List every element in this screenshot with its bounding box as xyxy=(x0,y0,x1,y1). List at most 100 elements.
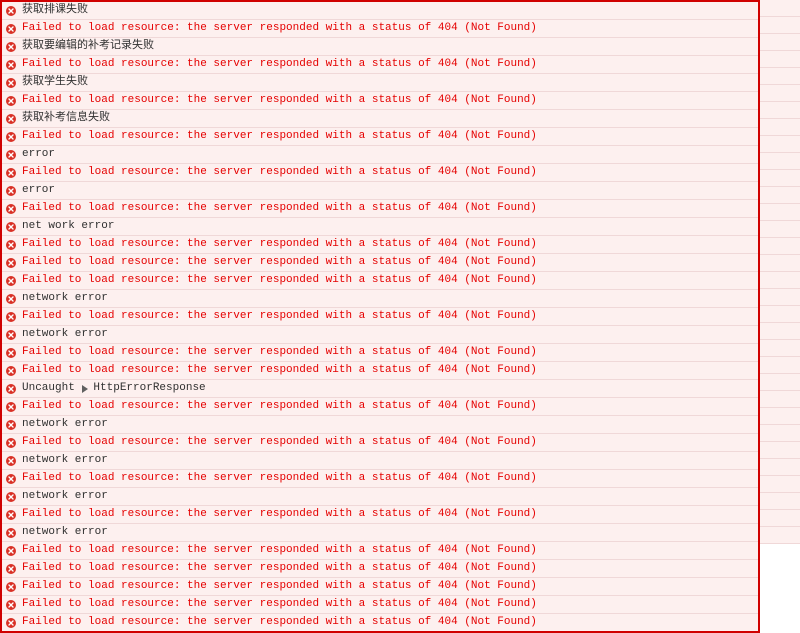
console-message: 获取要编辑的补考记录失败 xyxy=(22,39,154,54)
gutter-stripe xyxy=(760,68,800,85)
console-row[interactable]: 获取学生失败 xyxy=(2,74,758,92)
error-icon xyxy=(6,294,16,304)
gutter-stripe xyxy=(760,238,800,255)
console-message: Failed to load resource: the server resp… xyxy=(22,21,537,36)
console-message: error xyxy=(22,183,55,198)
gutter-stripe xyxy=(760,136,800,153)
gutter-stripe xyxy=(760,102,800,119)
error-icon xyxy=(6,114,16,124)
console-row[interactable]: Failed to load resource: the server resp… xyxy=(2,200,758,218)
gutter-stripe xyxy=(760,153,800,170)
console-row[interactable]: Failed to load resource: the server resp… xyxy=(2,434,758,452)
console-panel: 获取排课失败 Failed to load resource: the serve… xyxy=(0,0,760,633)
console-row[interactable]: network error xyxy=(2,488,758,506)
console-row[interactable]: Failed to load resource: the server resp… xyxy=(2,470,758,488)
error-icon xyxy=(6,456,16,466)
console-row[interactable]: Failed to load resource: the server resp… xyxy=(2,362,758,380)
console-message: Failed to load resource: the server resp… xyxy=(22,507,537,522)
error-icon xyxy=(6,546,16,556)
console-message: Failed to load resource: the server resp… xyxy=(22,237,537,252)
gutter-stripe xyxy=(760,425,800,442)
gutter-stripe xyxy=(760,119,800,136)
console-row[interactable]: 获取排课失败 xyxy=(2,2,758,20)
gutter-stripe xyxy=(760,476,800,493)
error-icon xyxy=(6,132,16,142)
error-icon xyxy=(6,60,16,70)
console-row[interactable]: network error xyxy=(2,524,758,542)
console-message: Failed to load resource: the server resp… xyxy=(22,471,537,486)
console-row[interactable]: Failed to load resource: the server resp… xyxy=(2,578,758,596)
gutter-stripe xyxy=(760,323,800,340)
gutter-stripe xyxy=(760,187,800,204)
console-row[interactable]: Failed to load resource: the server resp… xyxy=(2,128,758,146)
console-message: network error xyxy=(22,417,108,432)
console-row[interactable]: Failed to load resource: the server resp… xyxy=(2,344,758,362)
console-message: Failed to load resource: the server resp… xyxy=(22,561,537,576)
console-row[interactable]: network error xyxy=(2,326,758,344)
console-row[interactable]: error xyxy=(2,182,758,200)
gutter-stripe xyxy=(760,170,800,187)
console-message: 获取学生失败 xyxy=(22,75,88,90)
console-row[interactable]: error xyxy=(2,146,758,164)
error-icon xyxy=(6,24,16,34)
console-row[interactable]: Failed to load resource: the server resp… xyxy=(2,272,758,290)
console-message: 获取补考信息失败 xyxy=(22,111,110,126)
console-row[interactable]: Failed to load resource: the server resp… xyxy=(2,56,758,74)
error-icon xyxy=(6,42,16,52)
error-icon xyxy=(6,366,16,376)
console-message: network error xyxy=(22,489,108,504)
error-icon xyxy=(6,96,16,106)
error-object-name[interactable]: HttpErrorResponse xyxy=(93,381,205,396)
gutter-stripe xyxy=(760,493,800,510)
error-icon xyxy=(6,258,16,268)
console-message: Failed to load resource: the server resp… xyxy=(22,201,537,216)
console-row[interactable]: Failed to load resource: the server resp… xyxy=(2,236,758,254)
console-message: 获取排课失败 xyxy=(22,3,88,18)
console-row[interactable]: Failed to load resource: the server resp… xyxy=(2,506,758,524)
gutter-stripe xyxy=(760,51,800,68)
gutter-stripe xyxy=(760,0,800,17)
gutter-stripe xyxy=(760,289,800,306)
error-icon xyxy=(6,528,16,538)
error-icon xyxy=(6,384,16,394)
console-row[interactable]: Failed to load resource: the server resp… xyxy=(2,92,758,110)
console-row[interactable]: Failed to load resource: the server resp… xyxy=(2,614,758,631)
console-message: error xyxy=(22,147,55,162)
console-row[interactable]: Failed to load resource: the server resp… xyxy=(2,542,758,560)
error-icon xyxy=(6,240,16,250)
disclosure-triangle-icon[interactable] xyxy=(81,385,89,393)
error-icon xyxy=(6,312,16,322)
console-row[interactable]: Uncaught HttpErrorResponse xyxy=(2,380,758,398)
console-row[interactable]: network error xyxy=(2,452,758,470)
console-row[interactable]: Failed to load resource: the server resp… xyxy=(2,398,758,416)
console-message: Failed to load resource: the server resp… xyxy=(22,543,537,558)
console-message: Failed to load resource: the server resp… xyxy=(22,615,537,630)
gutter-stripe xyxy=(760,221,800,238)
error-icon xyxy=(6,222,16,232)
console-message: Failed to load resource: the server resp… xyxy=(22,273,537,288)
error-icon xyxy=(6,150,16,160)
gutter-stripe xyxy=(760,17,800,34)
console-row[interactable]: net work error xyxy=(2,218,758,236)
console-row[interactable]: network error xyxy=(2,290,758,308)
error-icon xyxy=(6,510,16,520)
gutter-stripe xyxy=(760,272,800,289)
console-row[interactable]: Failed to load resource: the server resp… xyxy=(2,164,758,182)
error-icon xyxy=(6,492,16,502)
console-message: Failed to load resource: the server resp… xyxy=(22,165,537,180)
console-row[interactable]: Failed to load resource: the server resp… xyxy=(2,254,758,272)
console-row[interactable]: 获取要编辑的补考记录失败 xyxy=(2,38,758,56)
console-row[interactable]: 获取补考信息失败 xyxy=(2,110,758,128)
console-message: network error xyxy=(22,453,108,468)
error-icon xyxy=(6,78,16,88)
console-message: net work error xyxy=(22,219,114,234)
console-row[interactable]: network error xyxy=(2,416,758,434)
console-row[interactable]: Failed to load resource: the server resp… xyxy=(2,308,758,326)
console-row[interactable]: Failed to load resource: the server resp… xyxy=(2,560,758,578)
console-row[interactable]: Failed to load resource: the server resp… xyxy=(2,596,758,614)
uncaught-label: Uncaught xyxy=(22,381,75,396)
gutter-stripe xyxy=(760,510,800,527)
console-message: Failed to load resource: the server resp… xyxy=(22,399,537,414)
error-icon xyxy=(6,186,16,196)
console-row[interactable]: Failed to load resource: the server resp… xyxy=(2,20,758,38)
